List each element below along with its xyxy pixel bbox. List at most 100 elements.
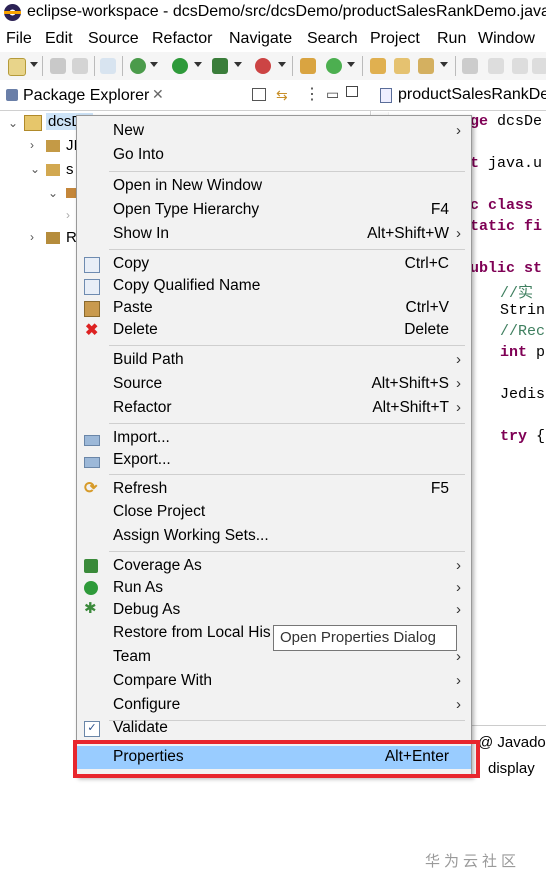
copy-qualified-icon [84,279,100,295]
menu-edit[interactable]: Edit [45,30,73,48]
package-explorer-tab[interactable]: Package Explorer ✕ ⇆ ⋮ ▭ [0,80,370,111]
menu-project[interactable]: Project [370,30,420,48]
code-token: p [527,344,546,361]
menu-item-label: New [113,122,145,139]
save-icon[interactable] [50,58,66,74]
submenu-arrow-icon: › [456,375,461,392]
menu-separator [109,423,465,424]
menu-item-refresh[interactable]: ⟳ Refresh F5 [77,478,471,501]
window-title: eclipse-workspace - dcsDemo/src/dcsDemo/… [27,3,546,20]
search-icon[interactable] [418,58,434,74]
menu-item-configure[interactable]: Configure › [77,694,471,717]
title-bar: eclipse-workspace - dcsDemo/src/dcsDemo/… [0,0,546,26]
view-menu-icon[interactable]: ⋮ [304,84,320,104]
menu-item-source[interactable]: Source Alt+Shift+S › [77,373,471,396]
menu-item-open-type-hierarchy[interactable]: Open Type Hierarchy F4 [77,199,471,222]
menu-item-show-in[interactable]: Show In Alt+Shift+W › [77,223,471,246]
prev-annotation-icon[interactable] [532,58,546,74]
menu-item-paste[interactable]: Paste Ctrl+V [77,297,471,320]
menu-item-label: Build Path [113,351,184,368]
menu-item-accelerator: Alt+Shift+S [371,375,449,392]
menu-item-accelerator: F4 [430,201,449,218]
run-icon [84,581,98,595]
java-file-icon [380,88,392,103]
menu-item-label: Restore from Local His [113,624,271,641]
debug-icon[interactable] [130,58,146,74]
editor-tab-label: productSalesRankDe [398,86,546,103]
menu-separator [109,171,465,172]
new-class-icon[interactable] [326,58,342,74]
menu-separator [109,249,465,250]
menu-item-accelerator: Delete [404,321,449,338]
menu-window[interactable]: Window [478,30,535,48]
run-icon[interactable] [172,58,188,74]
editor-tab[interactable]: productSalesRankDe [370,80,546,111]
menu-item-label: Refactor [113,399,172,416]
code-comment: //实 [500,285,534,302]
menu-file[interactable]: File [6,30,32,48]
menu-item-build-path[interactable]: Build Path › [77,349,471,372]
maximize-icon[interactable] [346,86,358,97]
open-type-icon[interactable] [370,58,386,74]
menu-navigate[interactable]: Navigate [229,30,292,48]
menu-item-compare-with[interactable]: Compare With › [77,670,471,693]
submenu-arrow-icon: › [456,399,461,416]
menu-item-copy[interactable]: Copy Ctrl+C [77,253,471,276]
menu-item-new[interactable]: New › [77,120,471,143]
menu-item-refactor[interactable]: Refactor Alt+Shift+T › [77,397,471,420]
javadoc-tab[interactable]: @ Javado [478,734,546,751]
collapse-all-icon[interactable] [252,88,266,101]
menu-item-label: Compare With [113,672,213,689]
library-icon [46,232,60,244]
checkbox-checked-icon: ✓ [84,721,100,737]
code-token: Strin [500,302,546,319]
pin-icon[interactable] [488,58,504,74]
menu-item-close-project[interactable]: Close Project [77,501,471,524]
new-java-project-icon[interactable] [300,58,316,74]
menu-item-validate[interactable]: ✓ Validate [77,717,471,740]
next-annotation-icon[interactable] [512,58,528,74]
submenu-arrow-icon: › [456,122,461,139]
external-tools-icon[interactable] [255,58,271,74]
submenu-arrow-icon: › [456,672,461,689]
menu-item-go-into[interactable]: Go Into [77,144,471,167]
menu-item-copy-qualified-name[interactable]: Copy Qualified Name [77,275,471,298]
menu-item-label: Show In [113,225,170,242]
minimize-icon[interactable]: ▭ [326,86,339,103]
menu-item-run-as[interactable]: Run As › [77,577,471,600]
menu-separator [109,551,465,552]
package-explorer-title: Package Explorer [23,87,150,104]
menu-item-accelerator: Alt+Shift+T [372,399,449,416]
menu-item-label: Copy [113,255,150,272]
coverage-icon[interactable] [212,58,228,74]
menu-item-accelerator: Alt+Shift+W [367,225,449,242]
chevron-down-icon: ⌄ [30,162,41,176]
menu-item-label: Refresh [113,480,168,497]
tooltip: Open Properties Dialog [273,625,457,651]
new-icon[interactable] [8,58,26,76]
close-icon[interactable]: ✕ [152,86,164,103]
menu-item-debug-as[interactable]: ✱ Debug As › [77,599,471,622]
skip-breakpoints-icon[interactable] [100,58,116,74]
coverage-icon [84,559,98,573]
menu-item-coverage-as[interactable]: Coverage As › [77,555,471,578]
menu-search[interactable]: Search [307,30,358,48]
menu-run[interactable]: Run [437,30,466,48]
link-editor-icon[interactable]: ⇆ [276,87,288,104]
menu-source[interactable]: Source [88,30,139,48]
package-icon [66,188,76,198]
submenu-arrow-icon: › [456,557,461,574]
menu-item-delete[interactable]: ✖ Delete Delete [77,319,471,342]
open-resource-icon[interactable] [394,58,410,74]
menu-item-import[interactable]: Import... [77,427,471,450]
menu-item-export[interactable]: Export... [77,449,471,472]
menu-item-open-new-window[interactable]: Open in New Window [77,175,471,198]
chevron-down-icon: ⌄ [8,116,19,130]
menu-item-assign-working-sets[interactable]: Assign Working Sets... [77,525,471,548]
code-token: dcsDe [488,113,543,130]
copy-icon [84,257,100,273]
annotation-icon[interactable] [462,58,478,74]
save-all-icon[interactable] [72,58,88,74]
menu-item-label: Export... [113,451,171,468]
menu-refactor[interactable]: Refactor [152,30,212,48]
